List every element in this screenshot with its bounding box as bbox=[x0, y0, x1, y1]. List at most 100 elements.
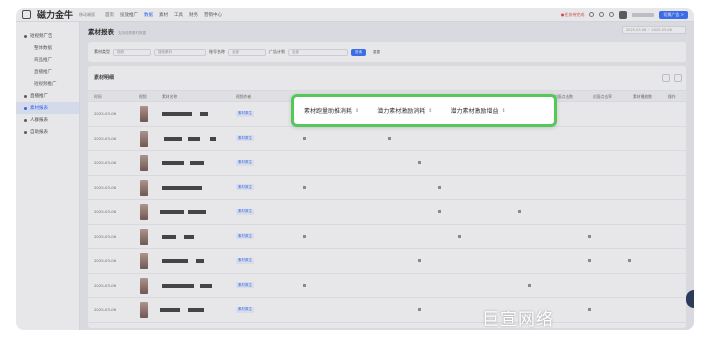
top-right-tools: ●任务待完成 切换广告 > bbox=[561, 10, 688, 19]
author-tag: 素材原生 bbox=[236, 135, 254, 141]
app-content-blurred: 磁力金牛 移动端版 首页 投放推广 数据 素材 工具 财务 营销中心 ●任务待完… bbox=[16, 8, 694, 330]
top-navigation-bar: 磁力金牛 移动端版 首页 投放推广 数据 素材 工具 财务 营销中心 ●任务待完… bbox=[16, 8, 694, 22]
nav-material[interactable]: 素材 bbox=[159, 12, 168, 18]
column-header-incentive-spend[interactable]: 潜力素材激励消耗 ⇕ bbox=[377, 106, 432, 116]
sidebar-item-label: 短视频广告 bbox=[30, 34, 53, 39]
sidebar-item-short-video[interactable]: 短视频广告 bbox=[16, 30, 79, 42]
video-thumbnail[interactable] bbox=[140, 253, 148, 269]
video-thumbnail[interactable] bbox=[140, 302, 148, 318]
sort-icon[interactable]: ⇕ bbox=[501, 108, 505, 114]
video-thumbnail[interactable] bbox=[140, 155, 148, 171]
column-header[interactable]: 时间 bbox=[94, 94, 102, 100]
settings-icon[interactable] bbox=[609, 12, 615, 17]
redacted-metric bbox=[418, 308, 421, 311]
redacted-material-name bbox=[162, 112, 192, 116]
nav-home[interactable]: 首页 bbox=[105, 12, 114, 18]
row-date: 2025-03-06 bbox=[94, 307, 117, 312]
main-content: 素材报表 支持查看素材数据 2025-03-06 ~ 2025-03-06 素材… bbox=[80, 22, 694, 330]
author-tag: 素材原生 bbox=[236, 306, 254, 313]
material-type-select[interactable]: 视频 bbox=[113, 48, 151, 56]
video-thumbnail[interactable] bbox=[140, 106, 148, 122]
column-header[interactable]: 素材播放数 bbox=[633, 94, 652, 100]
sidebar-item-short-video-promo[interactable]: 短视频推广 bbox=[16, 78, 79, 90]
account-name-redacted bbox=[632, 12, 655, 17]
avatar[interactable] bbox=[619, 10, 628, 19]
redacted-material-name bbox=[162, 185, 202, 190]
column-header-incentive-gain[interactable]: 潜力素材激励增益 ⇕ bbox=[450, 106, 505, 116]
sidebar-item-live-promo[interactable]: 直播推广 bbox=[16, 90, 79, 102]
sidebar-item-product[interactable]: 商品推广 bbox=[16, 54, 79, 66]
query-button[interactable]: 查询 bbox=[351, 48, 366, 56]
column-label: 潜力素材激励增益 bbox=[450, 108, 499, 115]
redacted-metric bbox=[588, 259, 591, 262]
menu-icon[interactable] bbox=[22, 10, 31, 19]
table-row: 2025-03-06 素材原生 bbox=[88, 225, 686, 249]
video-thumbnail[interactable] bbox=[140, 228, 148, 245]
video-thumbnail[interactable] bbox=[140, 179, 148, 196]
author-tag: 素材原生 bbox=[236, 184, 254, 190]
material-type-label: 素材类型 bbox=[94, 49, 110, 54]
nav-data[interactable]: 数据 bbox=[144, 12, 153, 18]
redacted-material-name bbox=[188, 308, 204, 312]
bell-icon[interactable] bbox=[599, 12, 605, 17]
redacted-material-name bbox=[188, 136, 200, 141]
redacted-metric bbox=[418, 259, 421, 262]
column-settings-icon[interactable] bbox=[674, 74, 682, 82]
app-logo[interactable]: 磁力金牛 bbox=[37, 8, 73, 21]
sidebar: 短视频广告 整体数据 商品推广 直播推广 短视频推广 直播推广 素材报表 人群报… bbox=[16, 22, 80, 330]
row-date: 2025-03-06 bbox=[94, 135, 117, 141]
nav-tools[interactable]: 工具 bbox=[174, 12, 183, 18]
sidebar-item-live[interactable]: 直播推广 bbox=[16, 66, 79, 78]
redacted-metric bbox=[438, 210, 441, 213]
sidebar-item-custom-report[interactable]: 自助报表 bbox=[16, 126, 79, 138]
highlighted-columns-callout: 素材跑量助推消耗 ⇕ 潜力素材激励消耗 ⇕ 潜力素材激励增益 ⇕ bbox=[291, 94, 557, 127]
switch-account-button[interactable]: 切换广告 > bbox=[659, 10, 688, 19]
redacted-metric bbox=[438, 185, 441, 189]
video-thumbnail[interactable] bbox=[140, 277, 148, 294]
column-header[interactable]: 封面点击率 bbox=[593, 94, 612, 100]
sidebar-item-label: 直播推广 bbox=[34, 70, 52, 75]
video-thumbnail[interactable] bbox=[140, 204, 148, 220]
search-input[interactable]: 搜索素材 bbox=[154, 48, 206, 56]
author-tag: 素材原生 bbox=[236, 282, 254, 288]
redacted-metric bbox=[518, 210, 521, 213]
redacted-metric bbox=[588, 234, 591, 238]
sidebar-item-label: 整体数据 bbox=[34, 46, 52, 51]
sort-icon[interactable]: ⇕ bbox=[355, 108, 359, 114]
table-row: 2025-03-06 素材原生 bbox=[88, 200, 686, 225]
redacted-metric bbox=[528, 283, 531, 287]
account-select[interactable]: 全部 bbox=[288, 48, 348, 56]
app-window: 磁力金牛 移动端版 首页 投放推广 数据 素材 工具 财务 营销中心 ●任务待完… bbox=[16, 8, 694, 330]
brand-watermark: 巨宣网络 bbox=[482, 310, 554, 330]
nav-finance[interactable]: 财务 bbox=[189, 12, 198, 18]
redacted-metric bbox=[418, 161, 421, 164]
page-header: 素材报表 支持查看素材数据 bbox=[88, 26, 146, 36]
help-icon[interactable] bbox=[589, 12, 595, 17]
sidebar-item-material-report[interactable]: 素材报表 bbox=[16, 102, 79, 114]
reset-button[interactable]: 重置 bbox=[369, 49, 384, 56]
column-header: 操作 bbox=[668, 94, 676, 99]
table-title: 素材明细 bbox=[94, 75, 115, 81]
video-thumbnail[interactable] bbox=[140, 130, 148, 147]
download-icon[interactable] bbox=[662, 74, 670, 82]
column-header-boost-spend[interactable]: 素材跑量助推消耗 ⇕ bbox=[304, 106, 359, 116]
sidebar-item-overview[interactable]: 整体数据 bbox=[16, 42, 79, 54]
task-alert[interactable]: ●任务待完成 bbox=[561, 12, 585, 18]
redacted-metric bbox=[628, 259, 631, 262]
date-range-picker[interactable]: 2025-03-06 ~ 2025-03-06 bbox=[622, 26, 686, 34]
nav-marketing[interactable]: 营销中心 bbox=[204, 12, 222, 18]
sidebar-item-label: 短视频推广 bbox=[34, 82, 57, 87]
sort-icon[interactable]: ⇕ bbox=[428, 108, 432, 114]
nav-promotion[interactable]: 投放推广 bbox=[120, 12, 138, 18]
account-label: 广告计划 bbox=[269, 49, 285, 54]
redacted-metric bbox=[303, 136, 306, 140]
sidebar-item-label: 商品推广 bbox=[34, 58, 52, 63]
column-label: 素材跑量助推消耗 bbox=[304, 108, 353, 115]
redacted-metric bbox=[588, 308, 591, 311]
redacted-metric bbox=[303, 283, 306, 287]
floating-assistant-tab[interactable] bbox=[686, 290, 694, 308]
sidebar-item-audience-report[interactable]: 人群报表 bbox=[16, 114, 79, 126]
redacted-material-name bbox=[160, 308, 180, 312]
column-label: 潜力素材激励消耗 bbox=[377, 108, 426, 115]
video-id-select[interactable]: 全部 bbox=[228, 48, 266, 56]
